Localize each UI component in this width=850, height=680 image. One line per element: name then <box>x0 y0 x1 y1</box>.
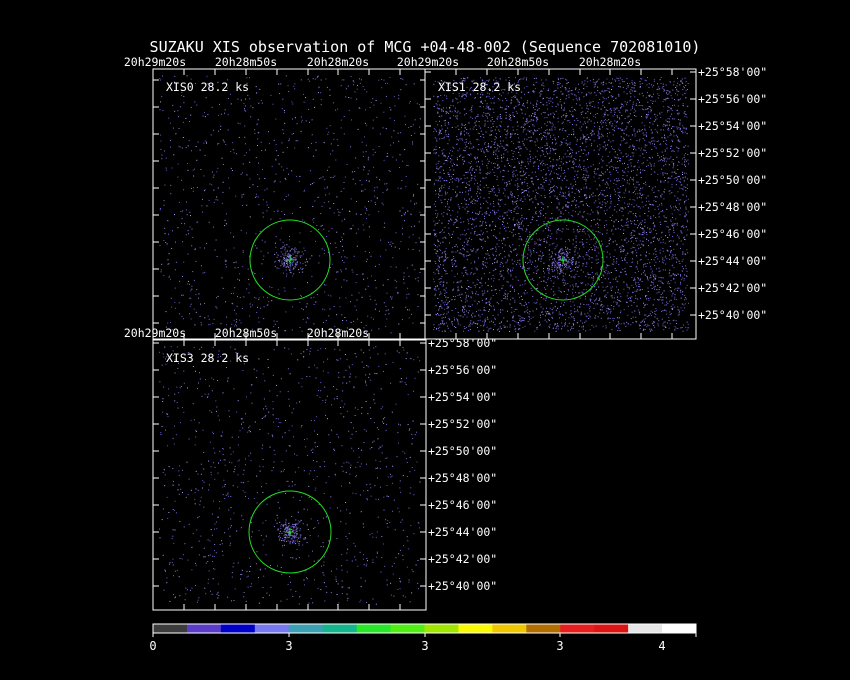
ra-label: 20h29m20s <box>124 55 186 69</box>
dec-label: +25°52'00" <box>428 417 497 431</box>
dec-label: +25°50'00" <box>698 173 767 187</box>
xis-image-figure: SUZAKU XIS observation of MCG +04-48-002… <box>124 38 767 653</box>
dec-label: +25°46'00" <box>698 227 767 241</box>
ra-label: 20h28m20s <box>307 55 369 69</box>
colorbar-swatch <box>560 624 595 633</box>
colorbar: 0 3 3 3 4 <box>149 623 697 653</box>
dec-axis-xis3: +25°58'00" +25°56'00" +25°54'00" +25°52'… <box>428 336 497 593</box>
colorbar-swatch <box>492 624 527 633</box>
dec-label: +25°58'00" <box>698 65 767 79</box>
panel-xis3: XIS3 28.2 ks <box>152 339 427 611</box>
colorbar-swatch <box>220 624 256 633</box>
colorbar-tick-label: 0 <box>149 639 156 653</box>
ra-axis-mid: 20h29m20s 20h28m50s 20h28m20s <box>124 326 369 340</box>
dec-label: +25°50'00" <box>428 444 497 458</box>
dec-label: +25°44'00" <box>698 254 767 268</box>
dec-label: +25°46'00" <box>428 498 497 512</box>
ra-label: 20h28m20s <box>579 55 641 69</box>
ra-label: 20h28m50s <box>215 326 277 340</box>
colorbar-tick-label: 3 <box>285 639 292 653</box>
colorbar-swatch <box>390 624 425 633</box>
panel-xis0: XIS0 28.2 ks <box>152 68 427 340</box>
ra-label: 20h28m50s <box>487 55 549 69</box>
dec-label: +25°54'00" <box>428 390 497 404</box>
colorbar-swatch <box>594 624 629 633</box>
ra-label: 20h29m20s <box>397 55 459 69</box>
panel-frame <box>152 339 427 611</box>
colorbar-swatch <box>322 624 358 633</box>
panel-label: XIS1 28.2 ks <box>438 80 521 94</box>
colorbar-swatches <box>153 624 697 633</box>
colorbar-swatch <box>424 624 459 633</box>
colorbar-tick-label: 4 <box>658 639 665 653</box>
ra-axis-top: 20h29m20s 20h28m50s 20h28m20s 20h29m20s … <box>124 55 641 69</box>
dec-label: +25°42'00" <box>698 281 767 295</box>
dec-label: +25°58'00" <box>428 336 497 350</box>
dec-label: +25°40'00" <box>698 308 767 322</box>
colorbar-ticks <box>152 633 697 637</box>
colorbar-swatch <box>153 624 188 633</box>
colorbar-swatch <box>458 624 493 633</box>
panel-frame <box>152 68 427 340</box>
dec-label: +25°52'00" <box>698 146 767 160</box>
dec-axis-xis1: +25°58'00" +25°56'00" +25°54'00" +25°52'… <box>698 65 767 322</box>
colorbar-swatch <box>662 624 697 633</box>
colorbar-swatch <box>186 624 222 633</box>
colorbar-tick-label: 3 <box>556 639 563 653</box>
colorbar-swatch <box>526 624 561 633</box>
panel-label: XIS0 28.2 ks <box>166 80 249 94</box>
colorbar-swatch <box>356 624 392 633</box>
dec-label: +25°44'00" <box>428 525 497 539</box>
panel-label: XIS3 28.2 ks <box>166 351 249 365</box>
figure-title: SUZAKU XIS observation of MCG +04-48-002… <box>150 38 701 56</box>
dec-label: +25°40'00" <box>428 579 497 593</box>
colorbar-swatch <box>254 624 290 633</box>
dec-label: +25°48'00" <box>698 200 767 214</box>
dec-label: +25°54'00" <box>698 119 767 133</box>
ra-label: 20h28m20s <box>307 326 369 340</box>
ra-label: 20h29m20s <box>124 326 186 340</box>
ra-label: 20h28m50s <box>215 55 277 69</box>
dec-label: +25°56'00" <box>698 92 767 106</box>
colorbar-swatch <box>288 624 324 633</box>
dec-label: +25°42'00" <box>428 552 497 566</box>
colorbar-swatch <box>628 624 663 633</box>
dec-label: +25°56'00" <box>428 363 497 377</box>
colorbar-tick-label: 3 <box>421 639 428 653</box>
dec-label: +25°48'00" <box>428 471 497 485</box>
panel-xis1: XIS1 28.2 ks <box>424 68 697 340</box>
